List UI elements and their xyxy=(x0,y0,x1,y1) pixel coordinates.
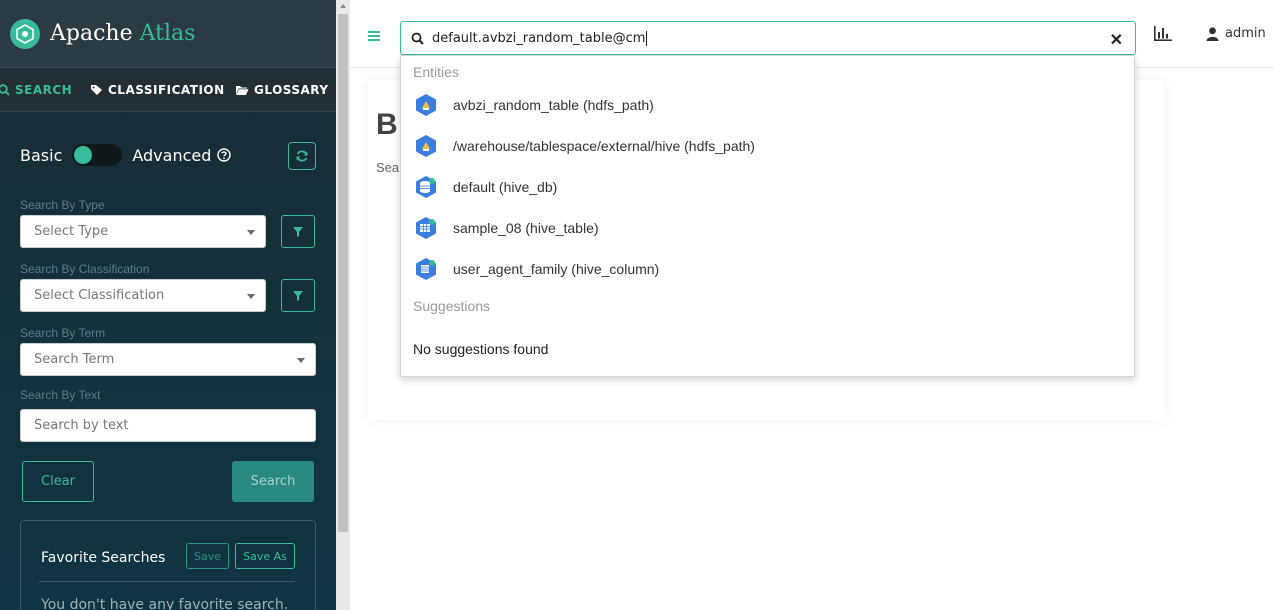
list-item[interactable]: /warehouse/tablespace/external/hive (hdf… xyxy=(413,132,755,160)
classification-filter-button[interactable] xyxy=(281,279,315,312)
list-item[interactable]: default (hive_db) xyxy=(413,173,557,201)
search-by-term-label: Search By Term xyxy=(20,326,106,340)
favorite-searches-panel: Favorite Searches Save Save As You don't… xyxy=(20,520,316,610)
brand-name-part1: Apache xyxy=(50,21,133,46)
search-term-placeholder: Search Term xyxy=(34,352,115,367)
tab-classification[interactable]: CLASSIFICATION xyxy=(90,83,225,97)
tab-search[interactable]: SEARCH xyxy=(0,83,72,97)
text-cursor xyxy=(646,30,648,46)
global-search-input[interactable]: default.avbzi_random_table@cm ✕ xyxy=(400,21,1136,55)
entity-label: default (hive_db) xyxy=(453,179,558,195)
search-button[interactable]: Search xyxy=(232,461,314,502)
hive-db-icon xyxy=(413,174,439,200)
brand-name: Apache Atlas xyxy=(50,21,195,46)
scroll-up-arrow-icon[interactable] xyxy=(340,4,346,8)
advanced-label: Advanced xyxy=(132,145,212,165)
basic-label: Basic xyxy=(20,145,63,165)
brand-header[interactable]: Apache Atlas xyxy=(0,0,336,68)
entity-label: avbzi_random_table (hdfs_path) xyxy=(453,97,654,113)
search-mode-toggle: Basic Advanced xyxy=(20,140,316,170)
clear-button[interactable]: Clear xyxy=(22,461,94,502)
chevron-down-icon xyxy=(297,358,305,363)
sidebar: Apache Atlas SEARCH CLASSIFICATION GLOSS… xyxy=(0,0,336,610)
search-by-type-label: Search By Type xyxy=(20,198,105,212)
tab-classification-label: CLASSIFICATION xyxy=(108,82,225,97)
favorite-empty-message: You don't have any favorite search. xyxy=(41,597,289,610)
user-name: admin xyxy=(1225,26,1266,41)
tab-search-label: SEARCH xyxy=(15,82,73,97)
select-type-dropdown[interactable]: Select Type xyxy=(20,215,266,248)
sidebar-tabs: SEARCH CLASSIFICATION GLOSSARY xyxy=(0,68,336,112)
filter-icon xyxy=(293,290,303,301)
search-input-value: default.avbzi_random_table@cm xyxy=(432,30,646,46)
search-suggestions-dropdown: Entities avbzi_random_table (hdfs_path) … xyxy=(400,55,1135,377)
background-page-subtitle: Sea xyxy=(376,160,400,175)
type-filter-button[interactable] xyxy=(281,215,315,248)
switch-knob xyxy=(74,146,93,164)
suggestions-section-label: Suggestions xyxy=(413,298,491,314)
search-term-dropdown[interactable]: Search Term xyxy=(20,343,316,376)
search-icon xyxy=(411,32,424,45)
select-classification-placeholder: Select Classification xyxy=(34,288,165,303)
search-by-text-label: Search By Text xyxy=(20,388,101,402)
list-item[interactable]: user_agent_family (hive_column) xyxy=(413,255,659,283)
entity-label: user_agent_family (hive_column) xyxy=(453,261,660,277)
hive-column-icon xyxy=(413,256,439,282)
scrollbar-thumb[interactable] xyxy=(338,14,348,532)
favorite-searches-title: Favorite Searches xyxy=(41,550,166,566)
hdfs-path-icon xyxy=(413,92,439,118)
list-item[interactable]: sample_08 (hive_table) xyxy=(413,214,599,242)
folder-icon xyxy=(235,84,249,96)
no-suggestions-message: No suggestions found xyxy=(413,341,549,357)
clear-search-icon[interactable]: ✕ xyxy=(1110,30,1123,50)
background-page-title: B xyxy=(376,108,398,141)
entity-label: /warehouse/tablespace/external/hive (hdf… xyxy=(453,138,755,154)
tab-glossary-label: GLOSSARY xyxy=(254,82,329,97)
brand-name-part2: Atlas xyxy=(139,21,196,46)
atlas-logo-icon xyxy=(10,18,40,49)
entities-section-label: Entities xyxy=(413,64,459,80)
refresh-button[interactable] xyxy=(288,142,316,170)
search-icon xyxy=(0,83,10,96)
hive-table-icon xyxy=(413,215,439,241)
select-type-placeholder: Select Type xyxy=(34,224,109,239)
divider xyxy=(39,581,295,582)
refresh-icon xyxy=(296,150,308,162)
tag-icon xyxy=(90,84,103,96)
favorite-save-as-button[interactable]: Save As xyxy=(235,543,295,569)
search-by-classification-label: Search By Classification xyxy=(20,262,150,276)
user-menu[interactable]: admin xyxy=(1206,26,1266,41)
select-classification-dropdown[interactable]: Select Classification xyxy=(20,279,266,312)
list-item[interactable]: avbzi_random_table (hdfs_path) xyxy=(413,91,654,119)
question-circle-icon[interactable] xyxy=(217,148,232,162)
search-text-input[interactable]: Search by text xyxy=(20,409,316,442)
search-text-placeholder: Search by text xyxy=(34,418,129,433)
tab-glossary[interactable]: GLOSSARY xyxy=(235,83,329,97)
hdfs-path-icon xyxy=(413,133,439,159)
chevron-down-icon xyxy=(247,294,255,299)
favorite-save-button[interactable]: Save xyxy=(186,543,229,569)
sidebar-scrollbar[interactable] xyxy=(336,0,350,610)
menu-toggle-icon[interactable] xyxy=(368,28,380,46)
user-icon xyxy=(1206,26,1219,41)
chevron-down-icon xyxy=(247,230,255,235)
entity-label: sample_08 (hive_table) xyxy=(453,220,599,236)
basic-advanced-switch[interactable] xyxy=(72,144,123,166)
statistics-chart-icon[interactable] xyxy=(1154,26,1172,46)
filter-icon xyxy=(293,226,303,237)
